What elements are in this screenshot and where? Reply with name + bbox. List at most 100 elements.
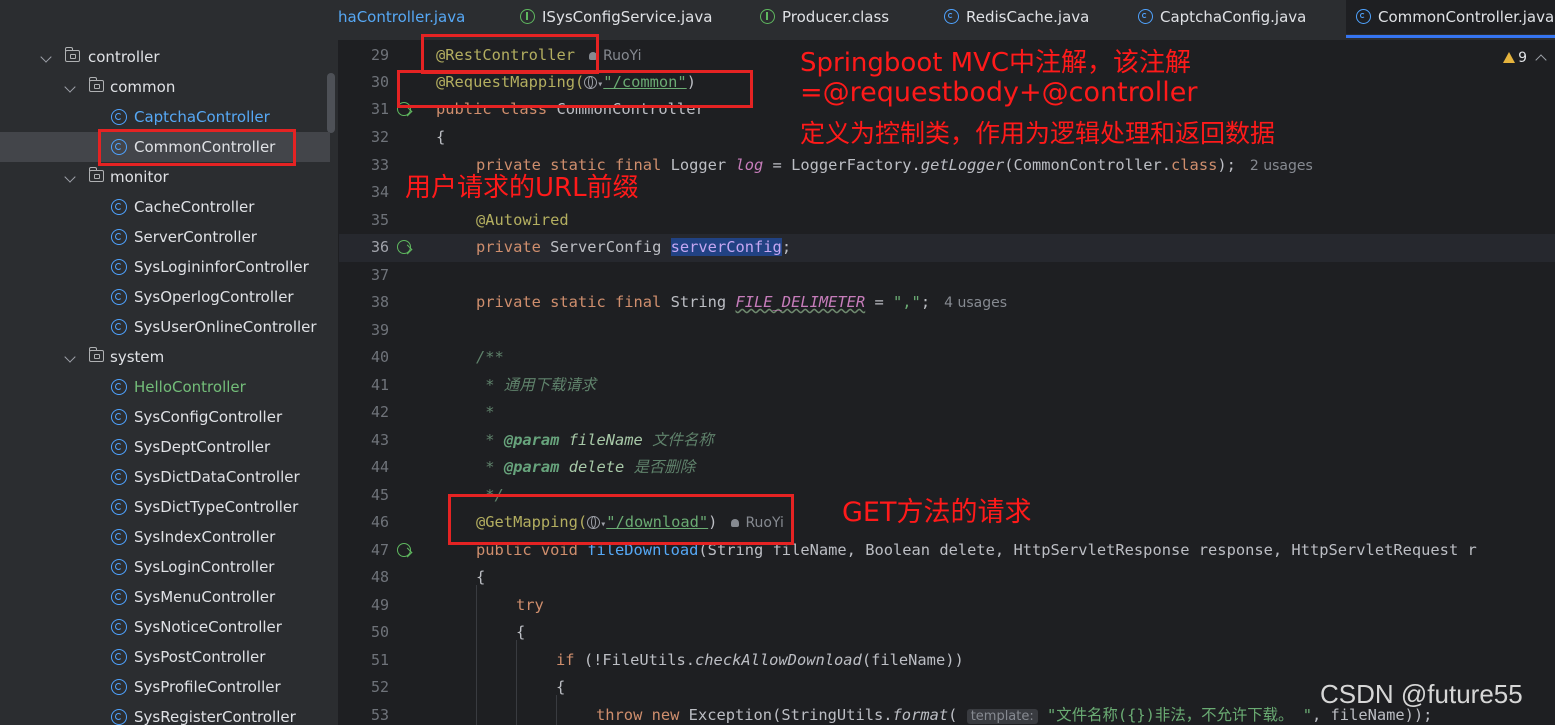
tree-item-captchacontroller[interactable]: CaptchaController (0, 102, 330, 132)
class-icon (111, 109, 127, 125)
line-number: 53 (370, 706, 389, 724)
endpoint-gutter-icon[interactable] (397, 543, 411, 557)
tab-label: Producer.class (782, 8, 890, 26)
line-number: 29 (370, 46, 389, 64)
tree-item-syslogininforcontroller[interactable]: SysLogininforController (0, 252, 330, 282)
tree-label: SysConfigController (134, 408, 283, 426)
method-token: checkAllowDownload (695, 651, 862, 669)
chevron-down-icon[interactable] (64, 171, 76, 183)
tree-label: SysProfileController (134, 678, 281, 696)
string-token: "," (893, 293, 921, 311)
tree-folder-system[interactable]: system (0, 342, 330, 372)
chevron-down-icon[interactable] (40, 51, 52, 63)
line-number: 34 (370, 183, 389, 201)
tree-label: SysLogininforController (134, 258, 309, 276)
tab-producer[interactable]: Producer.class (760, 0, 889, 34)
code-line: 37 (339, 262, 1555, 289)
tree-item-sysprofilecontroller[interactable]: SysProfileController (0, 672, 330, 702)
tree-label: ServerController (134, 228, 257, 246)
tree-label: SysDeptController (134, 438, 271, 456)
class-icon (111, 229, 127, 245)
line-number: 36 (370, 238, 389, 256)
class-icon (111, 529, 127, 545)
javadoc-param: delete (568, 458, 625, 476)
tab-label: CaptchaConfig.java (1160, 8, 1307, 26)
tree-item-sysnoticecontroller[interactable]: SysNoticeController (0, 612, 330, 642)
class-icon (111, 619, 127, 635)
tree-folder-controller[interactable]: controller (0, 42, 330, 72)
keyword-token: private static final (476, 293, 671, 311)
package-folder-icon (88, 77, 104, 92)
tree-label: SysNoticeController (134, 618, 282, 636)
tree-item-sysdicttypecontroller[interactable]: SysDictTypeController (0, 492, 330, 522)
code-token: (String fileName, Boolean delete, HttpSe… (698, 541, 1477, 559)
bean-gutter-icon[interactable] (397, 240, 411, 254)
tree-item-sysuseronlinecontroller[interactable]: SysUserOnlineController (0, 312, 330, 342)
code-text: { (436, 128, 446, 146)
tab-chacontroller[interactable]: haController.java (338, 0, 465, 34)
highlight-box-restcontroller (421, 34, 599, 74)
field-token: serverConfig (670, 238, 782, 256)
tab-captchaconfig[interactable]: CaptchaConfig.java (1138, 0, 1306, 34)
tree-label: common (110, 78, 176, 96)
tab-label: RedisCache.java (966, 8, 1090, 26)
code-line: 49 try (339, 592, 1555, 619)
tree-item-syslogincontroller[interactable]: SysLoginController (0, 552, 330, 582)
tree-item-sysmenucontroller[interactable]: SysMenuController (0, 582, 330, 612)
tree-folder-monitor[interactable]: monitor (0, 162, 330, 192)
method-token: format (892, 706, 949, 724)
class-icon (111, 199, 127, 215)
interface-icon (520, 9, 535, 24)
chevron-down-icon[interactable] (64, 81, 76, 93)
javadoc-param: fileName (568, 431, 643, 449)
tree-item-hellocontroller[interactable]: HelloController (0, 372, 330, 402)
annotation-springboot-line1: Springboot MVC中注解，该注解 (800, 48, 1192, 78)
comment-text: * (476, 403, 495, 421)
usages-hint[interactable]: 2 usages (1250, 158, 1313, 174)
line-number: 46 (370, 513, 389, 531)
code-line: 38 private static final String FILE_DELI… (339, 289, 1555, 316)
code-token: String (670, 293, 736, 311)
tab-isysconfigservice[interactable]: ISysConfigService.java (520, 0, 712, 34)
line-number: 41 (370, 376, 389, 394)
author-name: RuoYi (603, 48, 642, 64)
class-icon (111, 439, 127, 455)
code-line: 48 { (339, 564, 1555, 591)
code-text: private ServerConfig serverConfig; (476, 234, 791, 261)
tree-label: monitor (110, 168, 169, 186)
tree-item-sysindexcontroller[interactable]: SysIndexController (0, 522, 330, 552)
method-token: getLogger (920, 156, 1005, 174)
code-text: throw new Exception(StringUtils.format( … (596, 702, 1432, 725)
tree-item-cachecontroller[interactable]: CacheController (0, 192, 330, 222)
line-number: 52 (370, 678, 389, 696)
line-number: 40 (370, 348, 389, 366)
annotation-springboot-line2: =@requestbody+@controller (800, 77, 1198, 108)
tree-label: CaptchaController (134, 108, 270, 126)
code-token: ServerConfig (550, 238, 671, 256)
line-number: 50 (370, 623, 389, 641)
tree-folder-common[interactable]: common (0, 72, 330, 102)
tab-commoncontroller[interactable]: CommonController.java (1346, 0, 1555, 38)
tree-item-servercontroller[interactable]: ServerController (0, 222, 330, 252)
tree-item-syspostcontroller[interactable]: SysPostController (0, 642, 330, 672)
tree-label: HelloController (134, 378, 246, 396)
comment-token: 文件名称 (642, 431, 714, 449)
usages-hint[interactable]: 4 usages (944, 295, 1007, 311)
tree-label: SysIndexController (134, 528, 276, 546)
line-number: 39 (370, 321, 389, 339)
annotation-springboot-line3: 定义为控制类，作用为逻辑处理和返回数据 (800, 119, 1276, 148)
chevron-down-icon[interactable] (64, 351, 76, 363)
tree-item-sysdeptcontroller[interactable]: SysDeptController (0, 432, 330, 462)
line-number: 45 (370, 486, 389, 504)
code-text: @Autowired (476, 207, 569, 234)
tree-item-sysdictdatacontroller[interactable]: SysDictDataController (0, 462, 330, 492)
package-folder-icon (88, 347, 104, 362)
tab-rediscache[interactable]: RedisCache.java (944, 0, 1089, 34)
tree-item-sysconfigcontroller[interactable]: SysConfigController (0, 402, 330, 432)
line-number: 32 (370, 128, 389, 146)
code-token: ; (920, 293, 931, 311)
code-token: (!FileUtils. (583, 651, 696, 669)
tree-label: SysPostController (134, 648, 266, 666)
tree-item-sysoperlogcontroller[interactable]: SysOperlogController (0, 282, 330, 312)
tree-item-sysregistercontroller[interactable]: SysRegisterController (0, 702, 330, 725)
